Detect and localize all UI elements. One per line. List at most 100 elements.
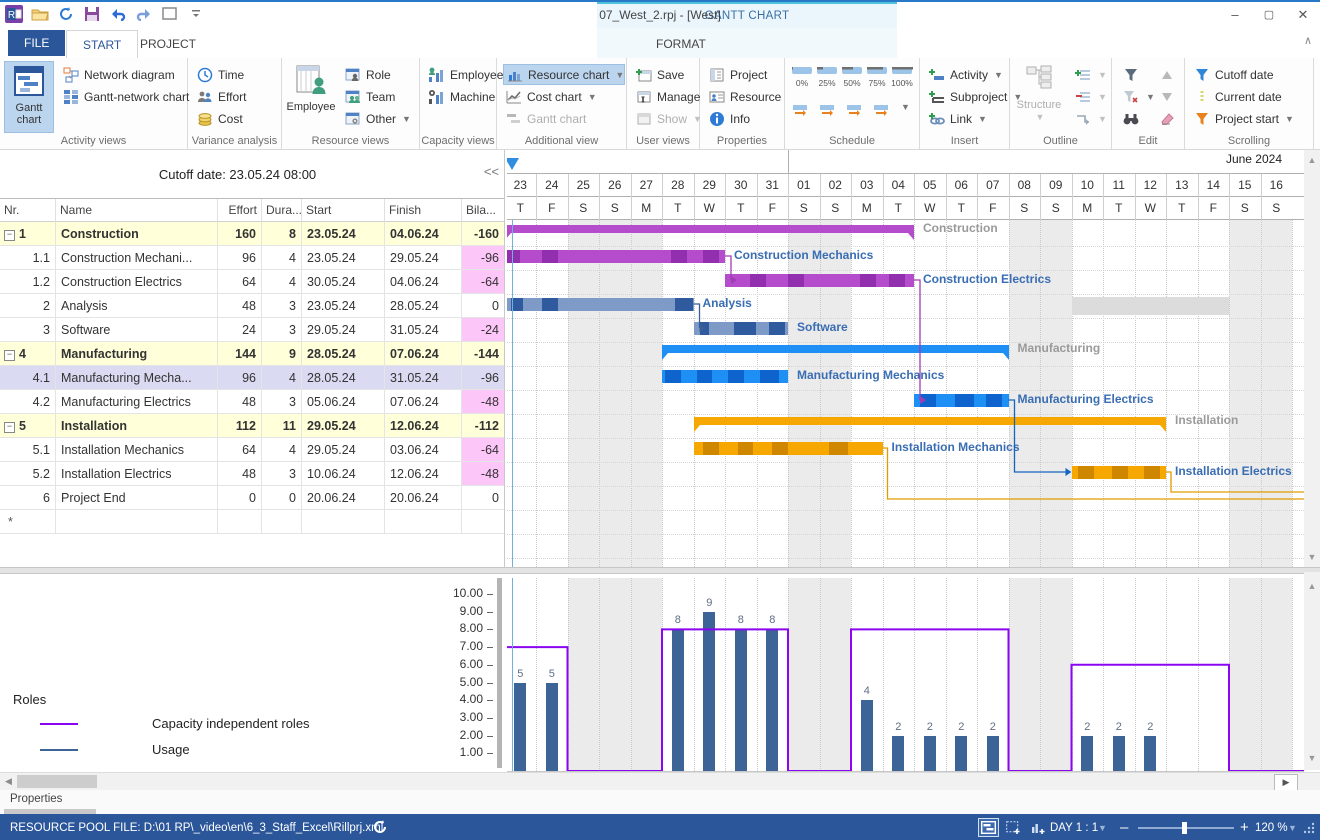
cell-nr[interactable]: 2 [0,294,56,318]
dropdown-icon[interactable] [186,4,206,24]
cell-nr[interactable]: 5.1 [0,438,56,462]
cell-bal[interactable] [462,510,505,534]
cell-name[interactable]: Installation [56,414,218,438]
table-row[interactable]: 2Analysis48323.05.2428.05.240 [0,294,505,318]
cell-start[interactable]: 30.05.24 [302,270,385,294]
zoom-percent-label[interactable]: 120 % [1255,814,1288,840]
button-schedule-split-both[interactable] [845,102,865,121]
sync-icon[interactable] [56,4,76,24]
cell-bal[interactable]: -48 [462,462,505,486]
button-structure[interactable]: Structure▼ [1014,61,1064,133]
cell-finish[interactable]: 07.06.24 [385,390,462,414]
zoom-out-button[interactable]: – [1120,814,1128,840]
button-subproject[interactable]: Subproject▼ [926,86,1022,107]
button-info[interactable]: Info [706,108,781,129]
cell-effort[interactable]: 64 [218,270,262,294]
chevron-down-icon[interactable]: ▼ [588,92,597,102]
cell-dura[interactable]: 4 [262,270,302,294]
cell-start[interactable]: 29.05.24 [302,438,385,462]
column-header-finish[interactable]: Finish [385,199,462,222]
cell-dura[interactable]: 4 [262,438,302,462]
column-header-effort[interactable]: Effort [218,199,262,222]
cell-dura[interactable]: 11 [262,414,302,438]
gantt-view-icon[interactable] [978,818,999,837]
cell-bal[interactable]: 0 [462,294,505,318]
button-gantt-chart[interactable]: Gantt chart [503,108,625,129]
cell-bal[interactable]: -144 [462,342,505,366]
button-other[interactable]: Other▼ [342,108,411,129]
new-window-icon[interactable] [160,4,180,24]
button-project[interactable]: Project [706,64,781,85]
cell-dura[interactable] [262,510,302,534]
cell-dura[interactable]: 9 [262,342,302,366]
cell-start[interactable]: 29.05.24 [302,414,385,438]
cell-finish[interactable]: 12.06.24 [385,414,462,438]
button-project-start[interactable]: Project start▼ [1191,108,1294,129]
scroll-right-icon[interactable]: ▶ [1274,774,1298,791]
button-cost-chart[interactable]: Cost chart▼ [503,86,625,107]
button-outline-outdent[interactable]: ▼ [1072,86,1107,107]
cell-effort[interactable]: 96 [218,366,262,390]
open-folder-icon[interactable] [30,4,50,24]
cell-bal[interactable]: -48 [462,390,505,414]
cell-finish[interactable]: 03.06.24 [385,438,462,462]
scale-label[interactable]: DAY 1 : 1 [1050,814,1098,840]
button-link[interactable]: Link▼ [926,108,1022,129]
scrollbar-thumb[interactable] [17,775,97,788]
cell-finish[interactable]: 20.06.24 [385,486,462,510]
cell-effort[interactable]: 48 [218,462,262,486]
cell-nr[interactable]: 3 [0,318,56,342]
cell-effort[interactable]: 48 [218,390,262,414]
table-row[interactable]: 1.1Construction Mechani...96423.05.2429.… [0,246,505,270]
cell-finish[interactable]: 28.05.24 [385,294,462,318]
table-row[interactable]: −4Manufacturing144928.05.2407.06.24-144 [0,342,505,366]
cell-nr[interactable]: 1.2 [0,270,56,294]
button-move-down[interactable] [1156,86,1176,107]
chevron-down-icon[interactable]: ▼ [402,114,411,124]
gantt-vertical-scrollbar[interactable]: ▲ ▼ [1304,150,1320,567]
collapse-toggle-icon[interactable]: − [4,350,15,361]
collapse-toggle-icon[interactable]: − [4,422,15,433]
zoom-slider-thumb[interactable] [1182,822,1187,834]
gantt-task-bar-4.1[interactable] [662,370,788,383]
button-progress-100%[interactable]: 100% [891,64,913,88]
cell-nr[interactable]: 4.1 [0,366,56,390]
gantt-task-bar-1.1[interactable] [507,250,725,263]
cell-effort[interactable]: 96 [218,246,262,270]
gantt-summary-bar-4[interactable] [662,345,1009,353]
cell-bal[interactable]: -64 [462,270,505,294]
column-header-dura[interactable]: Dura... [262,199,302,222]
gantt-task-bar-5.2[interactable] [1072,466,1167,479]
cell-finish[interactable]: 12.06.24 [385,462,462,486]
cell-bal[interactable]: -112 [462,414,505,438]
table-row[interactable]: 3Software24329.05.2431.05.24-24 [0,318,505,342]
chart-add-icon[interactable] [1028,818,1049,837]
cell-start[interactable]: 28.05.24 [302,366,385,390]
chevron-down-icon[interactable]: ▼ [901,102,910,121]
scroll-down-icon[interactable]: ▼ [1304,750,1320,766]
button-employee[interactable]: Employee [426,64,503,85]
table-row[interactable]: 5.1Installation Mechanics64429.05.2403.0… [0,438,505,462]
table-row[interactable]: 5.2Installation Electrics48310.06.2412.0… [0,462,505,486]
button-machine[interactable]: Machine [426,86,503,107]
button-schedule-split-left[interactable] [791,102,811,121]
cell-bal[interactable]: 0 [462,486,505,510]
cell-name[interactable]: Analysis [56,294,218,318]
button-progress-25%[interactable]: 25% [816,64,838,88]
cell-bal[interactable]: -96 [462,246,505,270]
cell-effort[interactable]: 48 [218,294,262,318]
cell-name[interactable]: Software [56,318,218,342]
cell-finish[interactable]: 07.06.24 [385,342,462,366]
button-employee[interactable]: Employee [286,61,336,133]
button-outline-indent[interactable]: ▼ [1072,64,1107,85]
close-button[interactable]: ✕ [1286,2,1320,28]
undo-icon[interactable] [108,4,128,24]
app-logo-icon[interactable]: R [4,4,24,24]
chevron-down-icon[interactable]: ▼ [615,70,624,80]
resize-grip[interactable] [1303,822,1315,837]
table-row[interactable]: 4.2Manufacturing Electrics48305.06.2407.… [0,390,505,414]
cell-start[interactable]: 05.06.24 [302,390,385,414]
zoom-in-button[interactable]: + [1240,814,1249,840]
cell-start[interactable]: 20.06.24 [302,486,385,510]
collapse-ribbon-icon[interactable]: ∧ [1304,34,1312,47]
